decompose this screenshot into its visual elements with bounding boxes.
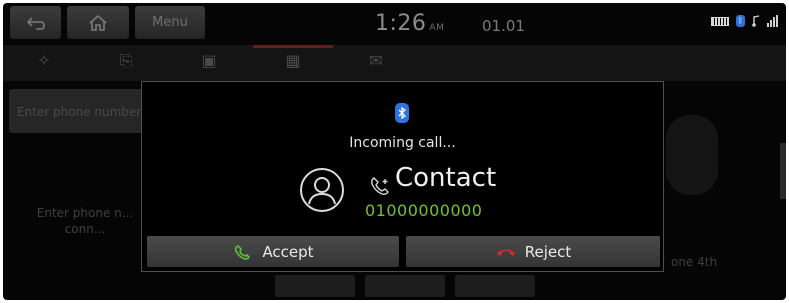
- accept-call-icon: [235, 244, 251, 260]
- phone-tab-bar: ✧ ⎘ ▣ ▦ ✉: [3, 45, 786, 81]
- incoming-call-icon: [371, 177, 389, 195]
- bluetooth-icon: [395, 103, 409, 123]
- background-button-right: [455, 275, 535, 297]
- phone-number-placeholder: Enter phone number: [17, 105, 142, 119]
- head-unit-screen: Menu 1:26 AM 01.01 ᛒ ✧ ⎘ ▣ ▦ ✉ Enter phon…: [3, 3, 786, 300]
- tab-dial-pad[interactable]: ▦: [280, 51, 306, 73]
- date-text: 01.01: [482, 17, 525, 35]
- contact-name: Contact: [395, 163, 497, 193]
- status-bar: Menu 1:26 AM 01.01 ᛒ: [3, 3, 786, 43]
- phone-number-input[interactable]: Enter phone number: [9, 89, 159, 133]
- incoming-call-popup: Incoming call... Contact 01000000000 Acc…: [141, 81, 664, 272]
- person-avatar-icon: [300, 168, 344, 212]
- call-status-text: Incoming call...: [349, 135, 456, 151]
- ampm-text: AM: [429, 23, 445, 33]
- reject-call-icon: [496, 249, 515, 256]
- background-right-hint: one 4th: [671, 255, 718, 269]
- active-tab-indicator: [253, 45, 333, 48]
- background-button-left: [275, 275, 355, 297]
- accept-label: Accept: [262, 242, 314, 261]
- music-note-icon: [752, 15, 760, 27]
- status-icons: ᛒ: [711, 15, 778, 27]
- tab-call-history[interactable]: ⎘: [113, 51, 139, 73]
- time-text: 1:26: [375, 11, 427, 36]
- side-scroll-handle: [780, 143, 786, 199]
- menu-button[interactable]: Menu: [135, 6, 205, 39]
- bluetooth-icon: ᛒ: [736, 15, 745, 27]
- dial-hint-text: Enter phone n... conn...: [36, 206, 134, 236]
- home-icon: [89, 14, 107, 31]
- back-button[interactable]: [10, 6, 61, 39]
- reject-label: Reject: [524, 242, 572, 261]
- reject-button[interactable]: Reject: [406, 236, 660, 267]
- background-bluetooth-graphic: [666, 115, 718, 195]
- tab-messages[interactable]: ✉: [363, 51, 389, 73]
- menu-label: Menu: [152, 15, 188, 30]
- home-button[interactable]: [67, 6, 129, 39]
- clock: 1:26 AM: [375, 11, 444, 36]
- battery-icon: [711, 16, 729, 26]
- signal-icon: [767, 15, 778, 27]
- contact-number: 01000000000: [365, 201, 483, 220]
- accept-button[interactable]: Accept: [147, 236, 399, 267]
- tab-favorites[interactable]: ✧: [31, 51, 57, 73]
- tab-contacts[interactable]: ▣: [196, 51, 222, 73]
- background-button-middle: [365, 275, 445, 297]
- back-arrow-icon: [26, 16, 45, 30]
